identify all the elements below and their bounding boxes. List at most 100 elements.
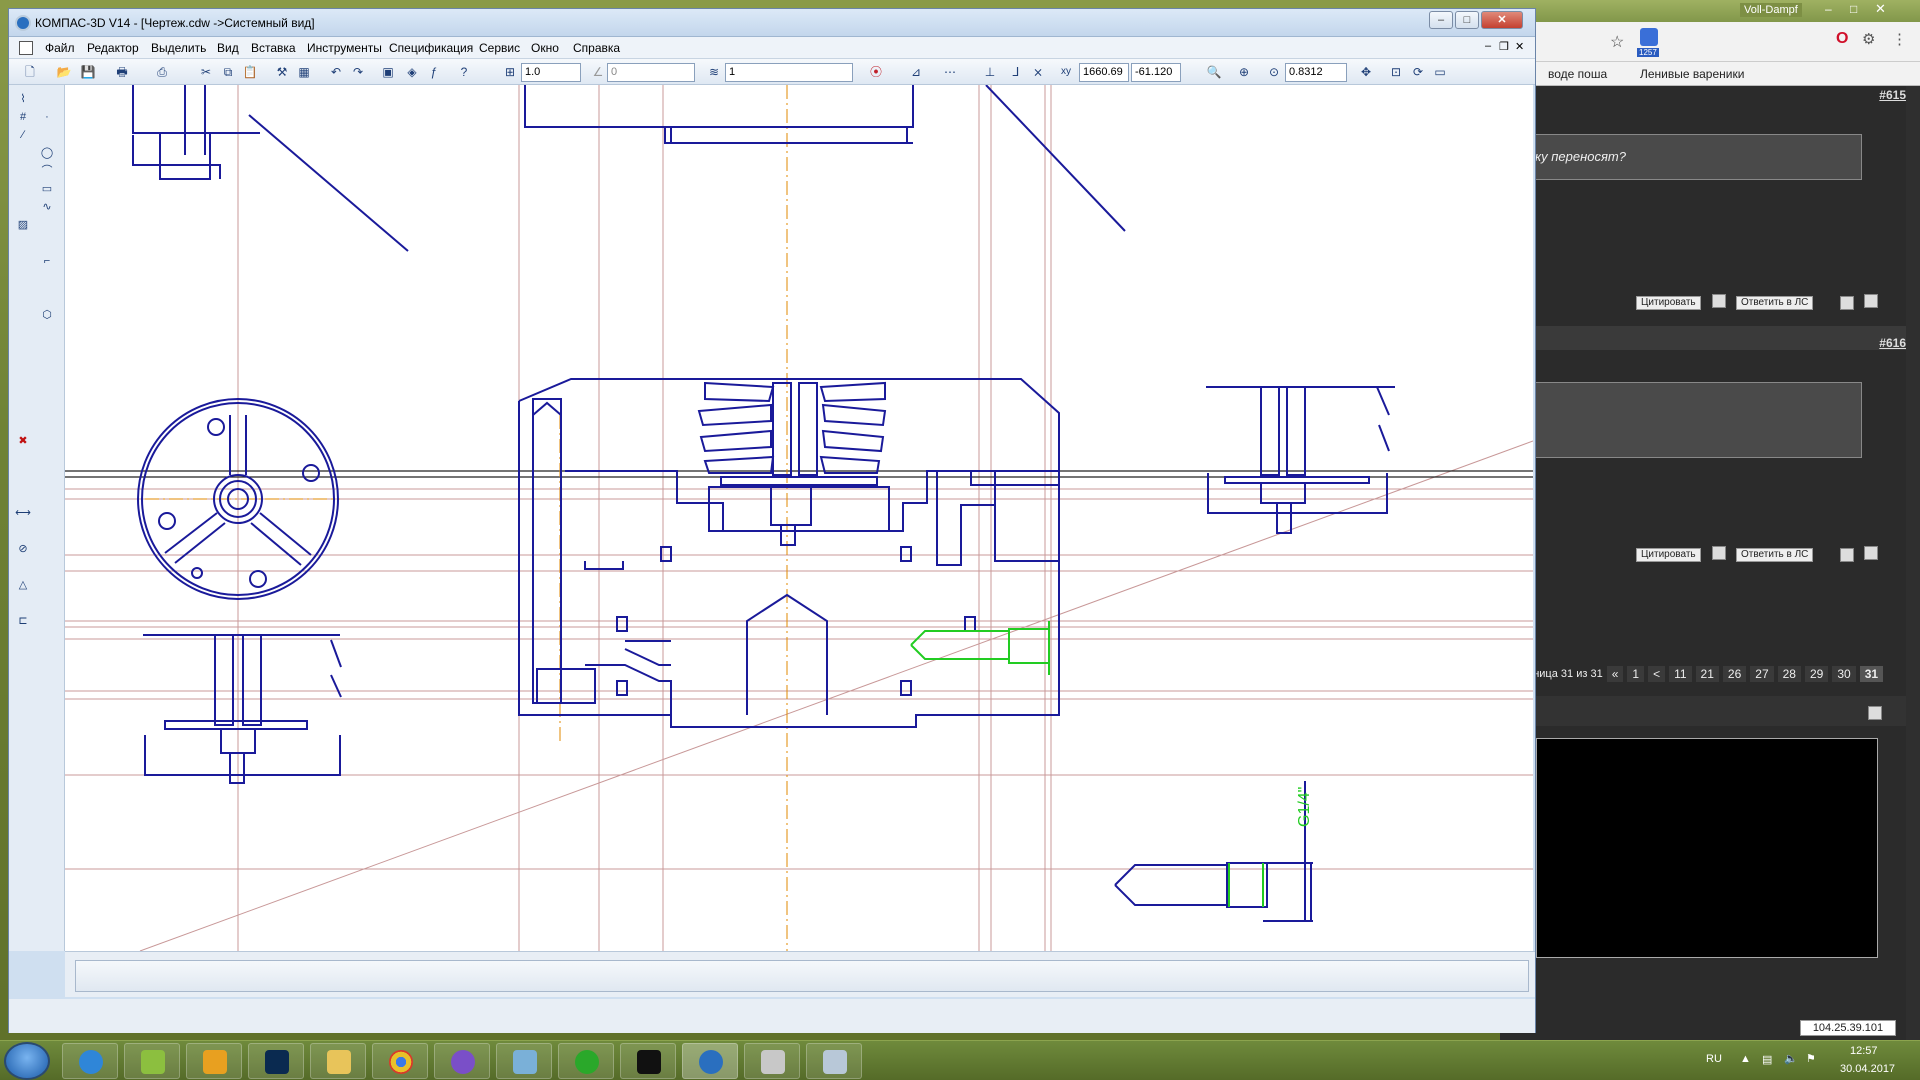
preview-icon[interactable]: ⎙ (153, 63, 171, 81)
pan-icon[interactable]: ✥ (1357, 63, 1375, 81)
scale-icon[interactable]: ⊞ (501, 63, 519, 81)
library-icon[interactable]: ◈ (403, 63, 421, 81)
zoom-window-icon[interactable]: 🔍 (1205, 63, 1223, 81)
taskbar-app2[interactable] (124, 1043, 180, 1079)
menu-specification[interactable]: Спецификация (389, 41, 473, 55)
properties-icon[interactable]: ⚒ (273, 63, 291, 81)
page-link[interactable]: < (1648, 666, 1666, 682)
taskbar-app7[interactable] (496, 1043, 552, 1079)
taskbar-viber[interactable] (434, 1043, 490, 1079)
language-indicator[interactable]: RU (1706, 1053, 1722, 1065)
menu-edit[interactable]: Редактор (87, 41, 139, 55)
quote-icon[interactable] (1712, 546, 1726, 560)
page-link[interactable]: 11 (1669, 666, 1692, 682)
geometry-tool-icon[interactable]: ⌇ (15, 91, 31, 107)
doc-close-icon[interactable]: ✕ (1515, 40, 1524, 53)
coord-x-field[interactable]: 1660.69 (1079, 63, 1129, 82)
dimension-tool-icon[interactable]: # (15, 109, 31, 125)
layer-field[interactable]: 1 (725, 63, 853, 82)
volume-icon[interactable]: 🔈 (1784, 1052, 1798, 1065)
menu-view[interactable]: Вид (217, 41, 239, 55)
clock-date[interactable]: 30.04.2017 (1840, 1063, 1895, 1075)
taskbar-ie[interactable] (62, 1043, 118, 1079)
maximize-icon[interactable]: □ (1850, 2, 1857, 16)
taskbar-calculator[interactable] (806, 1043, 862, 1079)
dimension-label[interactable]: G1/4" (1296, 787, 1313, 827)
doc-minimize-icon[interactable]: – (1485, 40, 1491, 52)
paste-icon[interactable]: 📋 (241, 63, 259, 81)
pin-icon[interactable] (1864, 294, 1878, 308)
page-link-current[interactable]: 31 (1859, 666, 1884, 682)
doc-restore-icon[interactable]: ❐ (1499, 40, 1509, 53)
taskbar-mail[interactable] (558, 1043, 614, 1079)
menu-help[interactable]: Справка (573, 41, 620, 55)
expand-icon[interactable] (1868, 706, 1882, 720)
post-number[interactable]: #615 (1879, 88, 1906, 102)
settings-icon[interactable]: ⚙ (1862, 30, 1875, 48)
param-tool-icon[interactable]: ⊏ (15, 613, 31, 629)
taskbar-media[interactable] (186, 1043, 242, 1079)
fillet-tool-icon[interactable]: ⌐ (39, 253, 55, 269)
menu-icon[interactable]: ⋮ (1892, 30, 1907, 48)
round-icon[interactable]: ⅃ (1007, 63, 1025, 81)
zoom-all-icon[interactable]: ⊕ (1235, 63, 1253, 81)
maximize-button[interactable]: □ (1455, 11, 1479, 29)
page-link[interactable]: 28 (1777, 666, 1801, 682)
taskbar-chrome[interactable] (372, 1043, 428, 1079)
manager-icon[interactable]: ▣ (379, 63, 397, 81)
menu-file[interactable]: Файл (45, 41, 75, 55)
start-button[interactable] (4, 1042, 50, 1080)
print-icon[interactable]: 🖶 (113, 63, 131, 81)
zoom-scale-icon[interactable]: ⊙ (1265, 63, 1283, 81)
minimize-icon[interactable]: – (1825, 2, 1832, 16)
rectangle-tool-icon[interactable]: ▭ (39, 181, 55, 197)
select-tool-icon[interactable]: △ (15, 577, 31, 593)
taskbar-explorer[interactable] (310, 1043, 366, 1079)
save-icon[interactable]: 💾 (79, 63, 97, 81)
undo-icon[interactable]: ↶ (327, 63, 345, 81)
extension-icon[interactable] (1640, 28, 1658, 46)
view-icon[interactable]: ⊡ (1387, 63, 1405, 81)
menu-service[interactable]: Сервис (479, 41, 520, 55)
reply-pm-button[interactable]: Ответить в ЛС (1736, 296, 1814, 310)
delete-tool-icon[interactable]: ✖ (15, 433, 31, 449)
menu-window[interactable]: Окно (531, 41, 559, 55)
page-link[interactable]: 21 (1695, 666, 1719, 682)
fit-icon[interactable]: ▭ (1431, 63, 1449, 81)
hatch-tool-icon[interactable]: ▨ (15, 217, 31, 233)
close-button[interactable]: ✕ (1481, 11, 1523, 29)
grid-icon[interactable]: ⋯ (941, 63, 959, 81)
page-link[interactable]: 29 (1804, 666, 1829, 682)
scrollbar[interactable] (1906, 86, 1920, 1040)
measure-tool-icon[interactable]: ⟷ (15, 505, 31, 521)
table-icon[interactable]: ▦ (295, 63, 313, 81)
drawing-canvas[interactable]: G1/4" (65, 85, 1533, 951)
page-link[interactable]: 1 (1627, 666, 1645, 682)
page-link[interactable]: 30 (1832, 666, 1856, 682)
star-icon[interactable]: ☆ (1610, 32, 1624, 52)
line-tool-icon[interactable]: ∕ (15, 127, 31, 143)
quote-button[interactable]: Цитировать (1636, 296, 1701, 310)
refresh-icon[interactable]: ⟳ (1409, 63, 1427, 81)
redo-icon[interactable]: ↷ (349, 63, 367, 81)
quote-icon[interactable] (1712, 294, 1726, 308)
snap-toggle-icon[interactable]: ⨯ (1029, 63, 1047, 81)
bookmark-item[interactable]: Ленивые вареники (1640, 67, 1744, 81)
ortho-icon[interactable]: ⊿ (907, 63, 925, 81)
page-link[interactable]: 27 (1750, 666, 1774, 682)
minimize-button[interactable]: – (1429, 11, 1453, 29)
taskbar-kompas[interactable] (682, 1043, 738, 1079)
open-icon[interactable]: 📂 (55, 63, 73, 81)
angle-field[interactable]: 0 (607, 63, 695, 82)
report-icon[interactable] (1840, 548, 1854, 562)
network-icon[interactable]: ▤ (1762, 1053, 1772, 1066)
angle-icon[interactable]: ∠ (589, 63, 607, 81)
coord-y-field[interactable]: -61.120 (1131, 63, 1181, 82)
pin-icon[interactable] (1864, 546, 1878, 560)
menu-tools[interactable]: Инструменты (307, 41, 382, 55)
function-icon[interactable]: ƒ (425, 63, 443, 81)
polygon-tool-icon[interactable]: ⬡ (39, 307, 55, 323)
menu-select[interactable]: Выделить (151, 41, 206, 55)
point-tool-icon[interactable]: · (39, 109, 55, 125)
quote-button[interactable]: Цитировать (1636, 548, 1701, 562)
